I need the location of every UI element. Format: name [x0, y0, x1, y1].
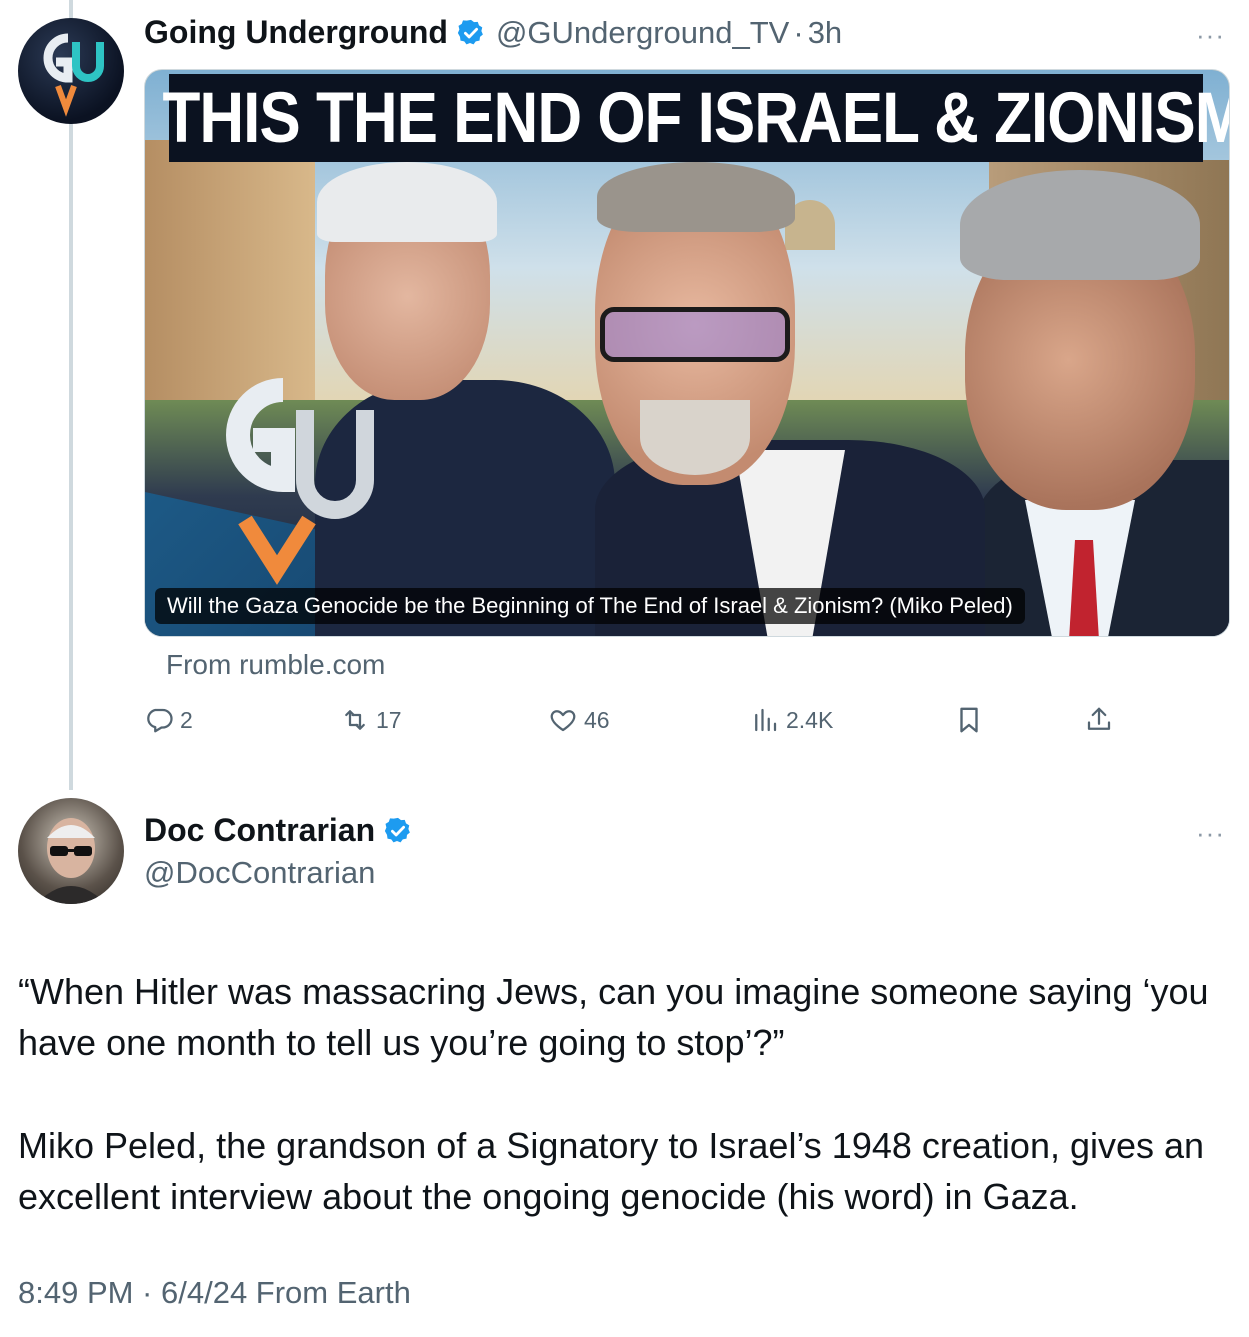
tweet-header: Doc Contrarian — [144, 812, 413, 849]
like-count: 46 — [584, 706, 610, 733]
share-icon — [1087, 707, 1111, 730]
media-title-bar: IS THIS THE END OF ISRAEL & ZIONISM? — [145, 74, 1229, 162]
link-source[interactable]: From rumble.com — [166, 649, 385, 681]
tweet-time[interactable]: 3h — [808, 15, 842, 51]
author-name[interactable]: Going Underground — [144, 14, 448, 51]
media-title: IS THIS THE END OF ISRAEL & ZIONISM? — [144, 78, 1230, 158]
repost-icon — [345, 710, 365, 730]
gu-logo-icon — [43, 33, 104, 117]
share-button[interactable] — [1084, 700, 1114, 740]
reply-button[interactable]: 2 — [144, 700, 193, 740]
person-right-hair — [960, 170, 1200, 280]
like-icon — [550, 710, 576, 732]
reply-count: 2 — [180, 706, 193, 733]
avatar[interactable] — [18, 798, 124, 904]
person-left-hair — [317, 162, 497, 242]
verified-badge-icon — [457, 19, 483, 44]
separator-dot: · — [793, 14, 804, 50]
author-handle[interactable]: @DocContrarian — [144, 855, 375, 891]
gu-logo-icon — [226, 378, 374, 585]
repost-button[interactable]: 17 — [340, 700, 402, 740]
bookmark-icon — [960, 707, 978, 733]
media-caption: Will the Gaza Genocide be the Beginning … — [167, 593, 1013, 618]
media-card[interactable]: IS THIS THE END OF ISRAEL & ZIONISM? Wil… — [144, 69, 1230, 637]
verified-badge-icon — [385, 817, 411, 842]
like-button[interactable]: 46 — [548, 700, 610, 740]
tweet-text-paragraph: Miko Peled, the grandson of a Signatory … — [18, 1125, 1205, 1217]
avatar-photo — [36, 818, 106, 904]
person-center-glasses — [600, 307, 790, 362]
person-center-hair — [597, 162, 795, 232]
views-button[interactable]: 2.4K — [750, 700, 833, 740]
views-count: 2.4K — [786, 706, 834, 733]
reply-icon — [147, 708, 173, 733]
tweet-text-paragraph: “When Hitler was massacring Jews, can yo… — [18, 971, 1209, 1063]
tweet-header: Going Underground @GUnderground_TV · 3h — [144, 14, 842, 51]
more-icon[interactable]: ··· — [1196, 818, 1225, 849]
bookmark-button[interactable] — [954, 700, 984, 740]
views-icon — [755, 708, 777, 732]
media-caption-bar: Will the Gaza Genocide be the Beginning … — [155, 588, 1025, 624]
more-icon[interactable]: ··· — [1196, 20, 1225, 51]
avatar[interactable] — [18, 18, 124, 124]
repost-count: 17 — [376, 706, 402, 733]
tweet-timestamp[interactable]: 8:49 PM · 6/4/24 From Earth — [18, 1275, 411, 1311]
action-bar: 2 17 46 2.4K — [144, 700, 1144, 740]
author-name[interactable]: Doc Contrarian — [144, 812, 375, 849]
person-center-beard — [640, 400, 750, 475]
author-handle[interactable]: @GUnderground_TV — [496, 15, 789, 51]
